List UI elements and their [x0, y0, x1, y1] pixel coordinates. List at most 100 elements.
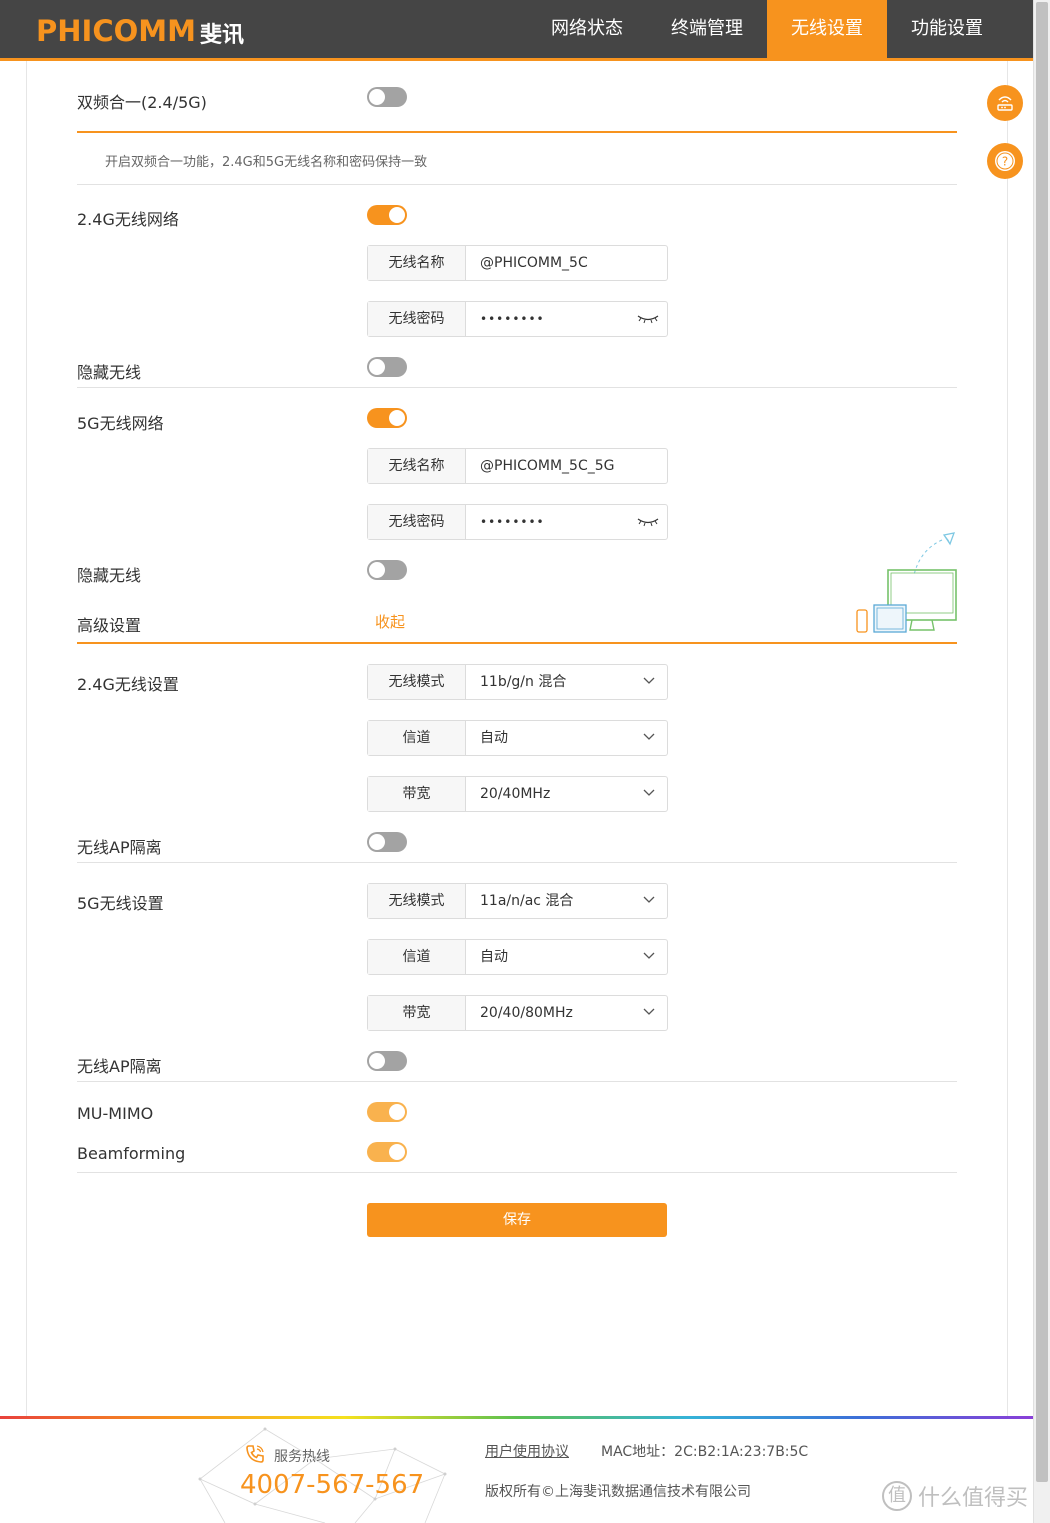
wifi-24g-ssid-input[interactable]: @PHICOMM_5C: [466, 246, 667, 280]
copyright-text: 版权所有©上海斐讯数据通信技术有限公司: [485, 1484, 751, 1500]
toggle-knob: [389, 1104, 405, 1120]
adv-5g-ap-isolation-label: 无线AP隔离: [77, 1057, 162, 1076]
divider: [77, 1081, 957, 1082]
adv-24g-label: 2.4G无线设置: [77, 675, 179, 694]
divider: [77, 642, 957, 644]
wifi-5g-password-field: 无线密码 ••••••••: [367, 504, 668, 540]
ssid-label: 无线名称: [368, 449, 466, 483]
channel-value: 自动: [466, 721, 667, 755]
channel-label: 信道: [368, 721, 466, 755]
main-nav: 网络状态 终端管理 无线设置 功能设置: [527, 0, 983, 58]
wifi-5g-ssid-input[interactable]: @PHICOMM_5C_5G: [466, 449, 667, 483]
adv-24g-channel-select[interactable]: 信道 自动: [367, 720, 668, 756]
divider: [77, 131, 957, 133]
channel-value: 自动: [466, 940, 667, 974]
wifi-24g-hide-toggle[interactable]: [367, 357, 407, 377]
dual-band-label: 双频合一(2.4/5G): [77, 93, 207, 112]
footer: [0, 1419, 1033, 1523]
watermark-text: 什么值得买: [918, 1486, 1029, 1511]
svg-text:?: ?: [1002, 155, 1008, 169]
toggle-knob: [369, 359, 385, 375]
wifi-24g-toggle[interactable]: [367, 205, 407, 225]
adv-5g-bandwidth-select[interactable]: 带宽 20/40/80MHz: [367, 995, 668, 1031]
user-agreement-link[interactable]: 用户使用协议: [485, 1441, 569, 1461]
chevron-down-icon: [643, 789, 655, 796]
nav-wireless-settings[interactable]: 无线设置: [767, 0, 887, 58]
channel-text: 自动: [480, 730, 508, 746]
wifi-5g-hide-label: 隐藏无线: [77, 566, 142, 585]
collapse-link[interactable]: 收起: [375, 611, 405, 632]
eye-closed-icon[interactable]: [637, 516, 659, 528]
password-label: 无线密码: [368, 505, 466, 539]
watermark: 值 什么值得买: [882, 1480, 1028, 1512]
bandwidth-text: 20/40/80MHz: [480, 1005, 573, 1021]
mode-value: 11a/n/ac 混合: [466, 884, 667, 918]
help-button[interactable]: ?: [987, 143, 1023, 179]
adv-5g-ap-isolation-toggle[interactable]: [367, 1051, 407, 1071]
divider: [77, 387, 957, 388]
divider: [77, 1172, 957, 1173]
password-dots: ••••••••: [480, 312, 545, 326]
channel-text: 自动: [480, 949, 508, 965]
chevron-down-icon: [643, 1008, 655, 1015]
nav-network-status[interactable]: 网络状态: [527, 0, 647, 58]
scrollbar-thumb[interactable]: [1036, 2, 1048, 1482]
wifi-24g-ssid-field: 无线名称 @PHICOMM_5C: [367, 245, 668, 281]
chevron-down-icon: [643, 952, 655, 959]
adv-24g-bandwidth-select[interactable]: 带宽 20/40MHz: [367, 776, 668, 812]
wifi-5g-password-input[interactable]: ••••••••: [466, 505, 667, 539]
nav-device-management[interactable]: 终端管理: [647, 0, 767, 58]
phone-icon: [246, 1445, 264, 1463]
hotline-label: 服务热线: [274, 1449, 330, 1465]
adv-24g-ap-isolation-toggle[interactable]: [367, 832, 407, 852]
adv-5g-mode-select[interactable]: 无线模式 11a/n/ac 混合: [367, 883, 668, 919]
save-button[interactable]: 保存: [367, 1203, 667, 1237]
dual-band-hint: 开启双频合一功能，2.4G和5G无线名称和密码保持一致: [105, 155, 428, 170]
channel-label: 信道: [368, 940, 466, 974]
eye-closed-icon[interactable]: [637, 313, 659, 325]
beamforming-toggle[interactable]: [367, 1142, 407, 1162]
hotline-number: 4007-567-567: [240, 1470, 425, 1500]
toggle-knob: [369, 834, 385, 850]
bandwidth-value: 20/40/80MHz: [466, 996, 667, 1030]
devices-illustration: [856, 532, 957, 633]
mode-text: 11a/n/ac 混合: [480, 893, 574, 909]
wifi-24g-label: 2.4G无线网络: [77, 210, 179, 229]
vertical-scrollbar[interactable]: [1033, 0, 1050, 1523]
password-dots: ••••••••: [480, 515, 545, 529]
bandwidth-label: 带宽: [368, 777, 466, 811]
dual-band-toggle[interactable]: [367, 87, 407, 107]
top-header: PHICOMM 斐讯 网络状态 终端管理 无线设置 功能设置: [0, 0, 1033, 61]
chevron-down-icon: [643, 677, 655, 684]
logo-text-en: PHICOMM: [36, 14, 196, 48]
divider: [77, 862, 957, 863]
toggle-knob: [369, 89, 385, 105]
toggle-knob: [389, 410, 405, 426]
password-label: 无线密码: [368, 302, 466, 336]
bandwidth-label: 带宽: [368, 996, 466, 1030]
wifi-5g-ssid-field: 无线名称 @PHICOMM_5C_5G: [367, 448, 668, 484]
nav-function-settings[interactable]: 功能设置: [887, 0, 1007, 58]
mu-mimo-toggle[interactable]: [367, 1102, 407, 1122]
adv-5g-channel-select[interactable]: 信道 自动: [367, 939, 668, 975]
mac-address: MAC地址：2C:B2:1A:23:7B:5C: [601, 1444, 809, 1460]
ssid-label: 无线名称: [368, 246, 466, 280]
phicomm-logo[interactable]: PHICOMM 斐讯: [36, 14, 244, 48]
adv-24g-mode-select[interactable]: 无线模式 11b/g/n 混合: [367, 664, 668, 700]
adv-24g-ap-isolation-label: 无线AP隔离: [77, 838, 162, 857]
watermark-badge: 值: [882, 1481, 912, 1511]
bandwidth-value: 20/40MHz: [466, 777, 667, 811]
wifi-24g-password-input[interactable]: ••••••••: [466, 302, 667, 336]
toggle-knob: [389, 1144, 405, 1160]
toggle-knob: [389, 207, 405, 223]
logo-text-cn: 斐讯: [199, 23, 244, 48]
router-status-button[interactable]: [987, 85, 1023, 121]
mode-value: 11b/g/n 混合: [466, 665, 667, 699]
router-wifi-icon: [997, 96, 1013, 111]
mode-label: 无线模式: [368, 884, 466, 918]
wifi-24g-password-field: 无线密码 ••••••••: [367, 301, 668, 337]
wifi-5g-hide-toggle[interactable]: [367, 560, 407, 580]
wifi-5g-toggle[interactable]: [367, 408, 407, 428]
wifi-24g-hide-label: 隐藏无线: [77, 363, 142, 382]
bandwidth-text: 20/40MHz: [480, 786, 551, 802]
